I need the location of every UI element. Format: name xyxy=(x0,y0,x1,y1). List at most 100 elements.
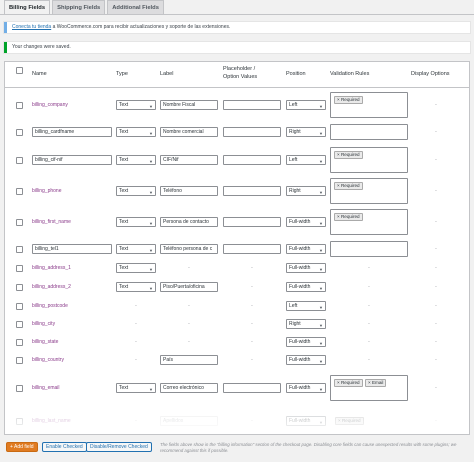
position-select-value: Left xyxy=(289,102,298,108)
position-select[interactable]: Right ▼ xyxy=(286,319,326,329)
validation-value: - xyxy=(368,303,370,309)
enable-checked-button[interactable]: Enable Checked xyxy=(42,442,87,452)
validation-rules-box[interactable]: × Required xyxy=(330,178,408,204)
disable-remove-checked-button[interactable]: Disable/Remove Checked xyxy=(86,442,152,452)
type-select[interactable]: Text ▼ xyxy=(116,383,156,393)
field-name-link[interactable]: billing_state xyxy=(32,339,58,345)
row-checkbox[interactable] xyxy=(16,101,23,109)
label-input[interactable]: Piso/Puerta/oficina xyxy=(160,282,218,292)
validation-rules-box[interactable]: × Required xyxy=(330,92,408,118)
type-select[interactable]: Text ▼ xyxy=(116,127,156,137)
validation-tag[interactable]: × Required xyxy=(334,96,363,104)
position-select[interactable]: Full-width ▼ xyxy=(286,282,326,292)
field-name-link[interactable]: billing_address_1 xyxy=(32,265,71,271)
placeholder-input[interactable] xyxy=(223,155,281,165)
tab-shipping-fields[interactable]: Shipping Fields xyxy=(52,0,106,15)
type-select[interactable]: Text ▼ xyxy=(116,100,156,110)
add-field-button[interactable]: + Add field xyxy=(6,442,38,452)
position-select[interactable]: Full-width ▼ xyxy=(286,217,326,227)
validation-rules-box[interactable]: × Required xyxy=(330,209,408,235)
label-input[interactable]: Nombre comercial xyxy=(160,127,218,137)
row-checkbox[interactable] xyxy=(16,245,23,253)
row-checkbox[interactable] xyxy=(16,128,23,136)
type-select[interactable]: Text ▼ xyxy=(116,217,156,227)
row-checkbox[interactable] xyxy=(16,384,23,392)
validation-tag[interactable]: × Required xyxy=(334,182,363,190)
tab-billing-fields[interactable]: Billing Fields xyxy=(4,0,51,15)
validation-tag[interactable]: × Required xyxy=(334,213,363,221)
placeholder-value: - xyxy=(251,321,253,327)
placeholder-input[interactable] xyxy=(223,100,281,110)
row-checkbox[interactable] xyxy=(16,264,23,272)
type-value: - xyxy=(135,303,137,309)
label-input[interactable]: Teléfono xyxy=(160,186,218,196)
position-select[interactable]: Left ▼ xyxy=(286,100,326,110)
position-select[interactable]: Full-width ▼ xyxy=(286,383,326,393)
type-select[interactable]: Text ▼ xyxy=(116,244,156,254)
position-select[interactable]: Right ▼ xyxy=(286,127,326,137)
validation-rules-box[interactable] xyxy=(330,241,408,257)
table-row: billing_tel1 Text ▼ Teléfono persona de c Fu… xyxy=(5,240,469,258)
tab-additional-fields[interactable]: Additional Fields xyxy=(107,0,164,15)
field-name-link[interactable]: billing_company xyxy=(32,102,68,108)
validation-tag[interactable]: × Required xyxy=(334,151,363,159)
row-checkbox[interactable] xyxy=(16,302,23,310)
field-name-input[interactable]: billing_cif-nif xyxy=(32,155,112,165)
field-name-input[interactable]: billing_tel1 xyxy=(32,244,112,254)
field-name-link[interactable]: billing_postcode xyxy=(32,303,68,309)
row-checkbox[interactable] xyxy=(16,356,23,364)
row-checkbox[interactable] xyxy=(16,218,23,226)
position-select[interactable]: Left ▼ xyxy=(286,301,326,311)
row-checkbox[interactable] xyxy=(16,338,23,346)
row-checkbox[interactable] xyxy=(16,156,23,164)
connect-store-link[interactable]: Conecta tu tienda xyxy=(12,24,51,30)
success-notice: Your changes were saved. xyxy=(4,42,470,53)
position-select-value: Full-width xyxy=(289,265,311,271)
placeholder-input[interactable] xyxy=(223,383,281,393)
select-all-checkbox[interactable] xyxy=(16,67,23,74)
display-options-value: - xyxy=(435,339,437,345)
field-name-link[interactable]: billing_country xyxy=(32,357,64,363)
field-name-link[interactable]: billing_address_2 xyxy=(32,284,71,290)
validation-tag[interactable]: × Email xyxy=(365,379,387,387)
validation-rules-box[interactable] xyxy=(330,124,408,140)
row-checkbox[interactable] xyxy=(16,187,23,195)
validation-tag[interactable]: × Required xyxy=(334,379,363,387)
type-select[interactable]: Text ▼ xyxy=(116,186,156,196)
label-input[interactable]: Nombre Fiscal xyxy=(160,100,218,110)
field-name-link[interactable]: billing_phone xyxy=(32,188,61,194)
type-select-value: Text xyxy=(119,219,129,225)
position-select[interactable]: Left ▼ xyxy=(286,155,326,165)
position-select[interactable]: Full-width ▼ xyxy=(286,244,326,254)
placeholder-input[interactable] xyxy=(223,186,281,196)
row-checkbox[interactable] xyxy=(16,283,23,291)
field-name-link[interactable]: billing_first_name xyxy=(32,219,71,225)
label-input[interactable]: Teléfono persona de c xyxy=(160,244,218,254)
type-value: - xyxy=(135,357,137,363)
position-select[interactable]: Full-width ▼ xyxy=(286,337,326,347)
type-select[interactable]: Text ▼ xyxy=(116,282,156,292)
position-select[interactable]: Right ▼ xyxy=(286,186,326,196)
label-input[interactable]: Correo electrónico xyxy=(160,383,218,393)
placeholder-input[interactable] xyxy=(223,217,281,227)
display-options-value: - xyxy=(435,385,437,391)
type-select-value: Text xyxy=(119,129,129,135)
validation-rules-box[interactable]: × Required × Email xyxy=(330,375,408,401)
validation-rules-box[interactable]: × Required xyxy=(330,147,408,173)
row-checkbox[interactable] xyxy=(16,320,23,328)
position-select[interactable]: Full-width ▼ xyxy=(286,263,326,273)
position-select[interactable]: Full-width ▼ xyxy=(286,355,326,365)
type-select[interactable]: Text ▼ xyxy=(116,155,156,165)
field-name-link[interactable]: billing_email xyxy=(32,385,60,391)
table-row: billing_cardfname Text ▼ Nombre comercial Ri… xyxy=(5,121,469,143)
placeholder-input[interactable] xyxy=(223,127,281,137)
label-input[interactable]: Persona de contacto xyxy=(160,217,218,227)
placeholder-input[interactable] xyxy=(223,244,281,254)
field-name-input[interactable]: billing_cardfname xyxy=(32,127,112,137)
position-select-value: Full-width xyxy=(289,246,311,252)
label-input[interactable]: País xyxy=(160,355,218,365)
position-select-value: Right xyxy=(289,188,301,194)
field-name-link[interactable]: billing_city xyxy=(32,321,55,327)
label-input[interactable]: CIF/Nif xyxy=(160,155,218,165)
type-select[interactable]: Text ▼ xyxy=(116,263,156,273)
